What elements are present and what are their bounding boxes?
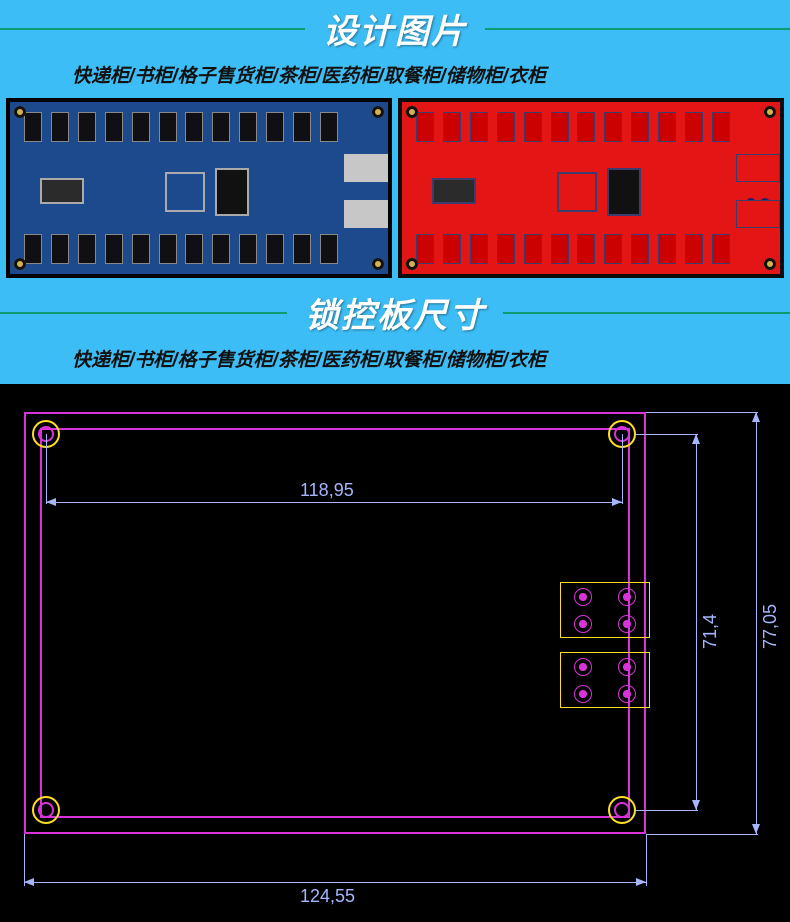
- header-line-left: [0, 28, 305, 30]
- dim-line-outer-height: [756, 412, 757, 834]
- connector-footprint-2: [560, 652, 650, 708]
- dimensions-title: 锁控板尺寸: [287, 288, 503, 337]
- design-image-title: 设计图片: [305, 4, 485, 53]
- dim-outer-height: 77,05: [760, 604, 781, 649]
- applications-list-1: 快递柜/书柜/格子售货柜/茶柜/医药柜/取餐柜/储物柜/衣柜: [0, 57, 790, 98]
- pcb-render-row: [0, 98, 790, 284]
- dim-line-outer-width: [24, 882, 646, 883]
- dim-hole-pitch-x: 118,95: [300, 480, 354, 501]
- header-row-1: 设计图片: [0, 0, 790, 57]
- header-line-right: [485, 28, 790, 30]
- applications-list-2: 快递柜/书柜/格子售货柜/茶柜/医药柜/取餐柜/储物柜/衣柜: [0, 341, 790, 382]
- dim-outer-width: 124,55: [300, 886, 355, 907]
- pcb-3d-render: [6, 98, 392, 278]
- cad-drawing: 118,95 124,55 71,4 77,05: [0, 384, 790, 922]
- dim-line-hole-pitch-y: [696, 434, 697, 810]
- connector-footprint-1: [560, 582, 650, 638]
- dim-hole-pitch-y: 71,4: [700, 614, 721, 649]
- dimensions-section: 锁控板尺寸 快递柜/书柜/格子售货柜/茶柜/医药柜/取餐柜/储物柜/衣柜 118…: [0, 284, 790, 922]
- dim-line-hole-pitch-x: [46, 502, 622, 503]
- header-row-2: 锁控板尺寸: [0, 284, 790, 341]
- mounting-hole-bottom-right: [608, 796, 636, 824]
- header-line-right-2: [503, 312, 790, 314]
- design-image-section: 设计图片 快递柜/书柜/格子售货柜/茶柜/医药柜/取餐柜/储物柜/衣柜: [0, 0, 790, 284]
- pcb-layout-view: [398, 98, 784, 278]
- mounting-hole-bottom-left: [32, 796, 60, 824]
- header-line-left-2: [0, 312, 287, 314]
